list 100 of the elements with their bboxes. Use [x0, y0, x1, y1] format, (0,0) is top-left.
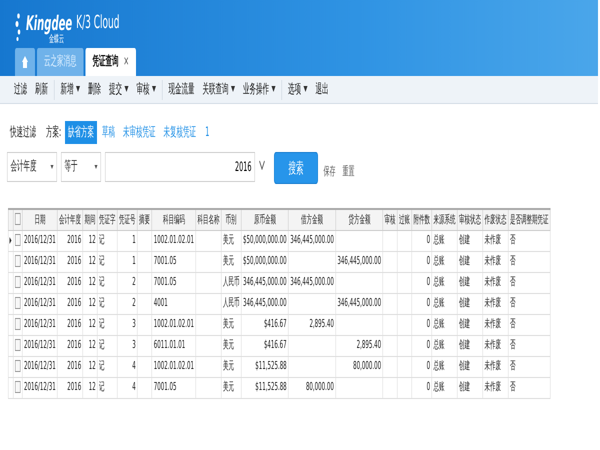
- table-cell: 2: [117, 293, 138, 314]
- table-cell: 记: [97, 230, 118, 251]
- table-cell: 4001: [152, 293, 196, 314]
- table-cell: 总账: [432, 314, 458, 335]
- table-cell: 记: [97, 356, 118, 377]
- column-header[interactable]: 贷方金额: [336, 209, 383, 230]
- column-header[interactable]: 作废状态: [482, 209, 508, 230]
- table-cell: 2016: [57, 230, 83, 251]
- table-cell: 记: [97, 377, 118, 398]
- table-cell: 1: [117, 251, 138, 272]
- column-header[interactable]: 摘要: [137, 209, 152, 230]
- table-cell: 创建: [457, 251, 483, 272]
- column-header[interactable]: 币别: [221, 209, 242, 230]
- table-cell: 2,895.40: [288, 314, 336, 335]
- select-all-checkbox[interactable]: [15, 213, 20, 226]
- toolbar-button[interactable]: 退出: [312, 80, 332, 100]
- scheme-tab[interactable]: 未审核凭证: [120, 120, 159, 144]
- table-cell: 创建: [457, 335, 483, 356]
- table-cell: 7001.05: [152, 272, 196, 293]
- table-cell: 0: [412, 230, 432, 251]
- reset-link[interactable]: 重置: [341, 162, 356, 180]
- dropdown-button[interactable]: 新增: [56, 80, 84, 100]
- scheme-label: 方案:: [46, 124, 62, 142]
- toolbar-button[interactable]: 删除: [84, 80, 105, 100]
- caret-icon: [272, 86, 276, 92]
- column-header[interactable]: 科目编码: [152, 209, 196, 230]
- toolbar-button[interactable]: 刷新: [31, 80, 52, 100]
- column-header[interactable]: 附件数: [412, 209, 432, 230]
- dropdown-button[interactable]: 选项: [284, 80, 312, 100]
- table-cell: 2016/12/31: [22, 314, 58, 335]
- dropdown-button[interactable]: 提交: [105, 80, 132, 100]
- table-cell: 0: [412, 314, 432, 335]
- row-checkbox[interactable]: [15, 318, 20, 330]
- value-field[interactable]: 2016: [105, 152, 255, 182]
- table-cell: 总账: [432, 335, 458, 356]
- table-cell: 12: [82, 230, 98, 251]
- table-cell: 0: [412, 377, 432, 398]
- select-field[interactable]: 会计年度: [7, 152, 57, 182]
- table-cell: 总账: [432, 293, 458, 314]
- table-cell: 2016: [57, 335, 83, 356]
- toolbar-button[interactable]: 过滤: [10, 80, 31, 100]
- table-cell: 人民币: [221, 293, 242, 314]
- table-cell: 记: [97, 272, 118, 293]
- column-header[interactable]: 原币金额: [241, 209, 288, 230]
- table-cell: 未作废: [482, 356, 508, 377]
- scheme-count: 1: [205, 124, 210, 142]
- table-cell: 未作废: [482, 377, 508, 398]
- table-cell: 346,445,000.00: [288, 272, 336, 293]
- dropdown-button[interactable]: 关联查询: [198, 80, 239, 100]
- table-cell: 3: [117, 314, 138, 335]
- row-checkbox[interactable]: [15, 255, 20, 268]
- table-cell: 2016: [57, 377, 83, 398]
- row-checkbox[interactable]: [15, 339, 20, 352]
- column-header[interactable]: 是否调整期凭证: [508, 209, 550, 230]
- table-cell: 2016/12/31: [22, 251, 58, 272]
- table-cell: $416.67: [241, 314, 288, 335]
- column-header[interactable]: 凭证号: [117, 209, 138, 230]
- table-cell: 2,895.40: [336, 335, 383, 356]
- table-cell: 4: [117, 356, 138, 377]
- column-header[interactable]: 借方金额: [288, 209, 336, 230]
- scheme-tab[interactable]: 草稿: [99, 120, 118, 144]
- table-cell: 0: [412, 251, 432, 272]
- table-cell: 2016/12/31: [22, 293, 58, 314]
- column-header[interactable]: 审核状态: [457, 209, 483, 230]
- column-header[interactable]: 过账: [397, 209, 412, 230]
- row-checkbox[interactable]: [15, 297, 20, 310]
- column-header[interactable]: 科目名称: [196, 209, 222, 230]
- product-name: K/3 Cloud: [76, 12, 120, 34]
- tab[interactable]: 凭证查询 ×: [86, 48, 136, 76]
- table-cell: 创建: [457, 356, 483, 377]
- close-icon[interactable]: ×: [124, 52, 129, 72]
- table-cell: 80,000.00: [336, 356, 383, 377]
- table-cell: 6011.01.01: [152, 335, 196, 356]
- table-cell: 12: [82, 314, 98, 335]
- table-cell: 美元: [221, 377, 242, 398]
- table-cell: 0: [412, 356, 432, 377]
- table-cell: 否: [508, 335, 550, 356]
- table-cell: 美元: [221, 251, 242, 272]
- row-checkbox[interactable]: [15, 276, 20, 288]
- table-cell: 2016: [57, 356, 83, 377]
- column-header[interactable]: 日期: [22, 209, 58, 230]
- column-header[interactable]: 来源系统: [432, 209, 458, 230]
- row-checkbox[interactable]: [15, 360, 20, 372]
- table-cell: 记: [97, 293, 118, 314]
- table-cell: 美元: [221, 356, 242, 377]
- column-header[interactable]: 凭证字: [97, 209, 118, 230]
- save-link[interactable]: 保存: [322, 162, 337, 180]
- dropdown-button[interactable]: 审核: [132, 80, 160, 100]
- table-cell: 未作废: [482, 314, 508, 335]
- table-cell: 2016/12/31: [22, 335, 58, 356]
- table-cell: 2016: [57, 251, 83, 272]
- column-header[interactable]: 审核: [382, 209, 398, 230]
- toolbar-button[interactable]: 现金流量: [164, 80, 198, 100]
- column-header[interactable]: 会计年度: [57, 209, 83, 230]
- row-checkbox[interactable]: [15, 381, 20, 394]
- select-field[interactable]: 等于: [61, 152, 101, 182]
- row-checkbox[interactable]: [15, 234, 20, 246]
- home-tab[interactable]: [15, 48, 35, 76]
- dropdown-button[interactable]: 业务操作: [239, 80, 280, 100]
- column-header[interactable]: 期间: [82, 209, 98, 230]
